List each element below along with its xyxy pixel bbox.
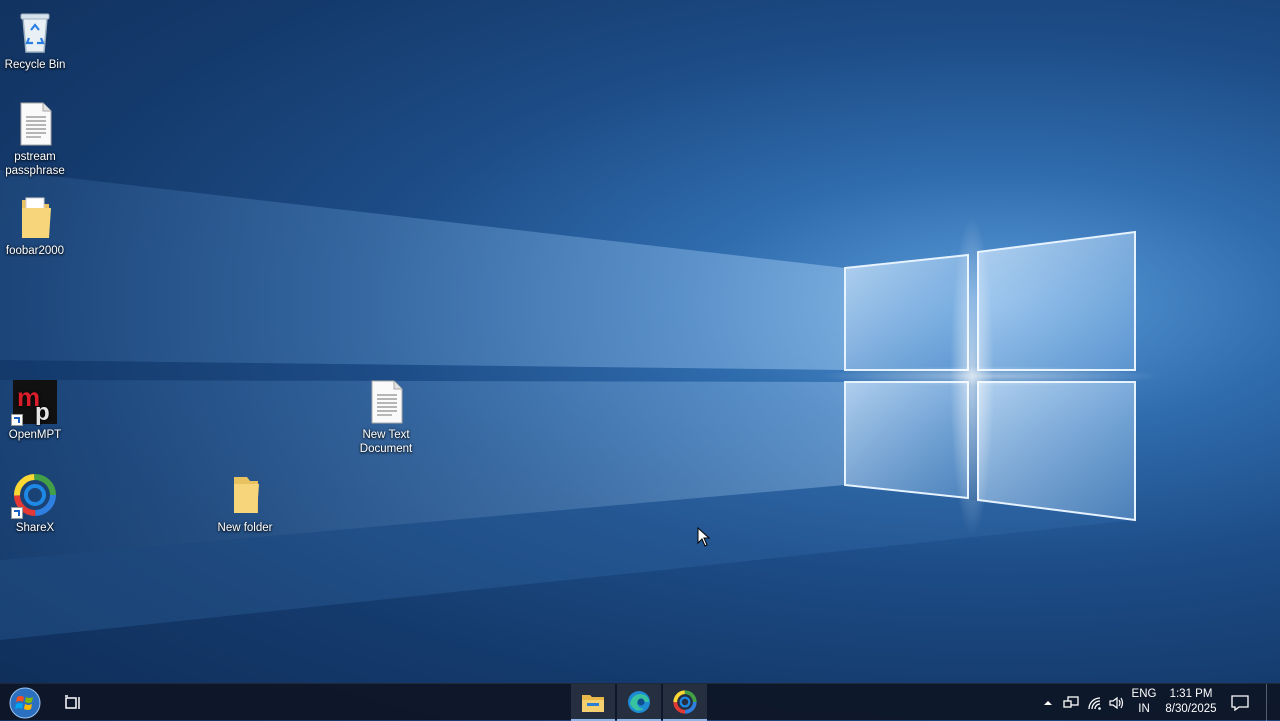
task-view-icon: [65, 694, 80, 709]
clock-date: 8/30/2025: [1165, 703, 1217, 715]
tray-clock[interactable]: 1:31 PM 8/30/2025: [1162, 687, 1220, 717]
desktop-wallpaper: [0, 170, 1160, 640]
desktop-icon-new-folder[interactable]: New folder: [206, 471, 284, 535]
edge-icon: [628, 690, 650, 713]
tray-wifi[interactable]: [1084, 684, 1106, 721]
tray-network-adapter[interactable]: [1060, 684, 1082, 721]
desktop-icon-sharex[interactable]: ShareX: [0, 471, 74, 535]
desktop-icon-label: New Text Document: [359, 429, 413, 455]
start-button[interactable]: [4, 684, 46, 721]
taskbar-app-file-explorer[interactable]: [571, 684, 615, 721]
region-code: IN: [1138, 703, 1150, 715]
mouse-cursor-icon: [697, 527, 711, 547]
clock-time: 1:31 PM: [1169, 688, 1213, 700]
show-desktop-button[interactable]: [1266, 684, 1277, 721]
desktop-icon-recycle-bin[interactable]: Recycle Bin: [0, 8, 74, 72]
network-adapter-icon: [1063, 695, 1079, 708]
desktop-icon-label: pstream passphrase: [5, 151, 65, 177]
taskbar: ENG IN 1:31 PM 8/30/2025: [0, 683, 1280, 721]
tray-overflow-button[interactable]: [1040, 684, 1056, 721]
svg-text:p: p: [35, 399, 50, 426]
text-file-icon: [11, 100, 59, 148]
notification-icon: [1231, 694, 1249, 711]
windows-orb-icon: [9, 687, 41, 718]
file-explorer-icon: [582, 694, 604, 712]
desktop-icon-label: foobar2000: [5, 245, 65, 257]
desktop-icon-new-text-document[interactable]: New Text Document: [347, 378, 425, 456]
sharex-icon: [673, 689, 697, 714]
text-file-icon: [362, 378, 410, 426]
folder-icon: [221, 471, 269, 519]
recycle-bin-icon: [11, 8, 59, 56]
desktop-icon-label: Recycle Bin: [4, 59, 66, 71]
task-view-button[interactable]: [56, 684, 90, 721]
desktop-icon-label: New folder: [217, 522, 273, 534]
shortcut-arrow-icon: [11, 414, 23, 426]
tray-volume[interactable]: [1106, 684, 1128, 721]
chevron-up-icon: [1044, 700, 1052, 705]
desktop-icon-foobar2000[interactable]: foobar2000: [0, 194, 74, 258]
speaker-icon: [1109, 696, 1124, 709]
openmpt-icon: m p: [11, 378, 59, 426]
action-center-button[interactable]: [1228, 684, 1252, 721]
desktop-icon-label: ShareX: [15, 522, 55, 534]
taskbar-app-sharex[interactable]: [663, 684, 707, 721]
shortcut-arrow-icon: [11, 507, 23, 519]
desktop-icon-pstream-passphrase[interactable]: pstream passphrase: [0, 100, 74, 178]
desktop-icon-label: OpenMPT: [8, 429, 62, 441]
folder-icon: [11, 194, 59, 242]
wifi-icon: [1088, 696, 1101, 710]
desktop-icon-openmpt[interactable]: m p OpenMPT: [0, 378, 74, 442]
tray-language[interactable]: ENG IN: [1129, 687, 1159, 717]
sharex-icon: [11, 471, 59, 519]
taskbar-app-edge[interactable]: [617, 684, 661, 721]
language-code: ENG: [1131, 688, 1157, 700]
